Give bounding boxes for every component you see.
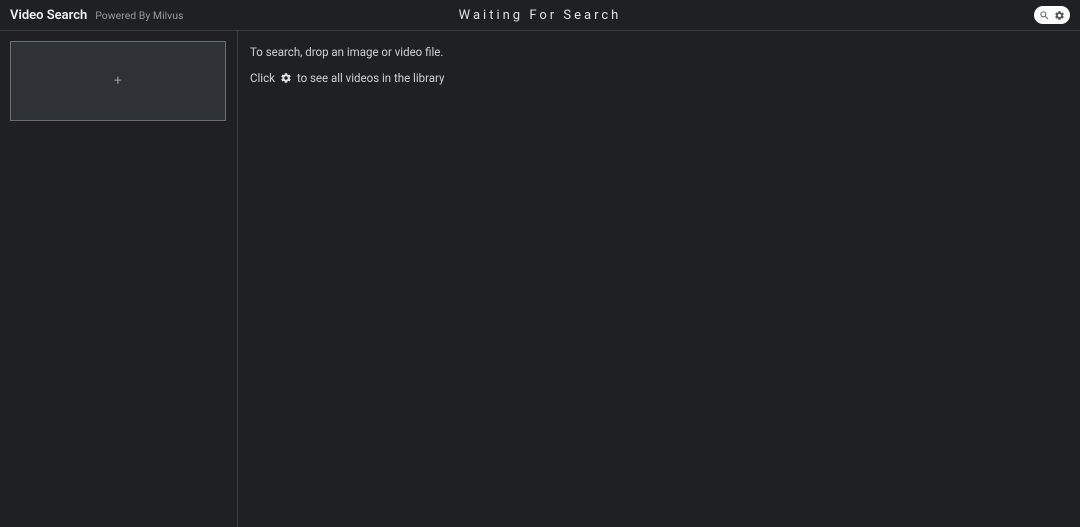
hint-drop-file: To search, drop an image or video file. bbox=[250, 45, 1068, 59]
content-area: To search, drop an image or video file. … bbox=[238, 31, 1080, 527]
plus-icon: + bbox=[114, 74, 122, 88]
hint-see-library: Click to see all videos in the library bbox=[250, 71, 1068, 85]
gear-icon[interactable] bbox=[1054, 6, 1065, 25]
search-icon[interactable] bbox=[1039, 6, 1050, 25]
hint-suffix: to see all videos in the library bbox=[297, 71, 445, 85]
main-area: + To search, drop an image or video file… bbox=[0, 31, 1080, 527]
gear-icon bbox=[279, 71, 293, 85]
header-actions-pill bbox=[1034, 6, 1070, 24]
header-left: Video Search Powered By Milvus bbox=[10, 8, 183, 23]
app-subtitle: Powered By Milvus bbox=[95, 9, 183, 22]
status-text: Waiting For Search bbox=[459, 8, 622, 23]
app-header: Video Search Powered By Milvus Waiting F… bbox=[0, 0, 1080, 31]
upload-dropzone[interactable]: + bbox=[10, 41, 226, 121]
sidebar: + bbox=[0, 31, 238, 527]
app-title: Video Search bbox=[10, 8, 87, 23]
hint-prefix: Click bbox=[250, 71, 275, 85]
header-right bbox=[1034, 6, 1070, 24]
